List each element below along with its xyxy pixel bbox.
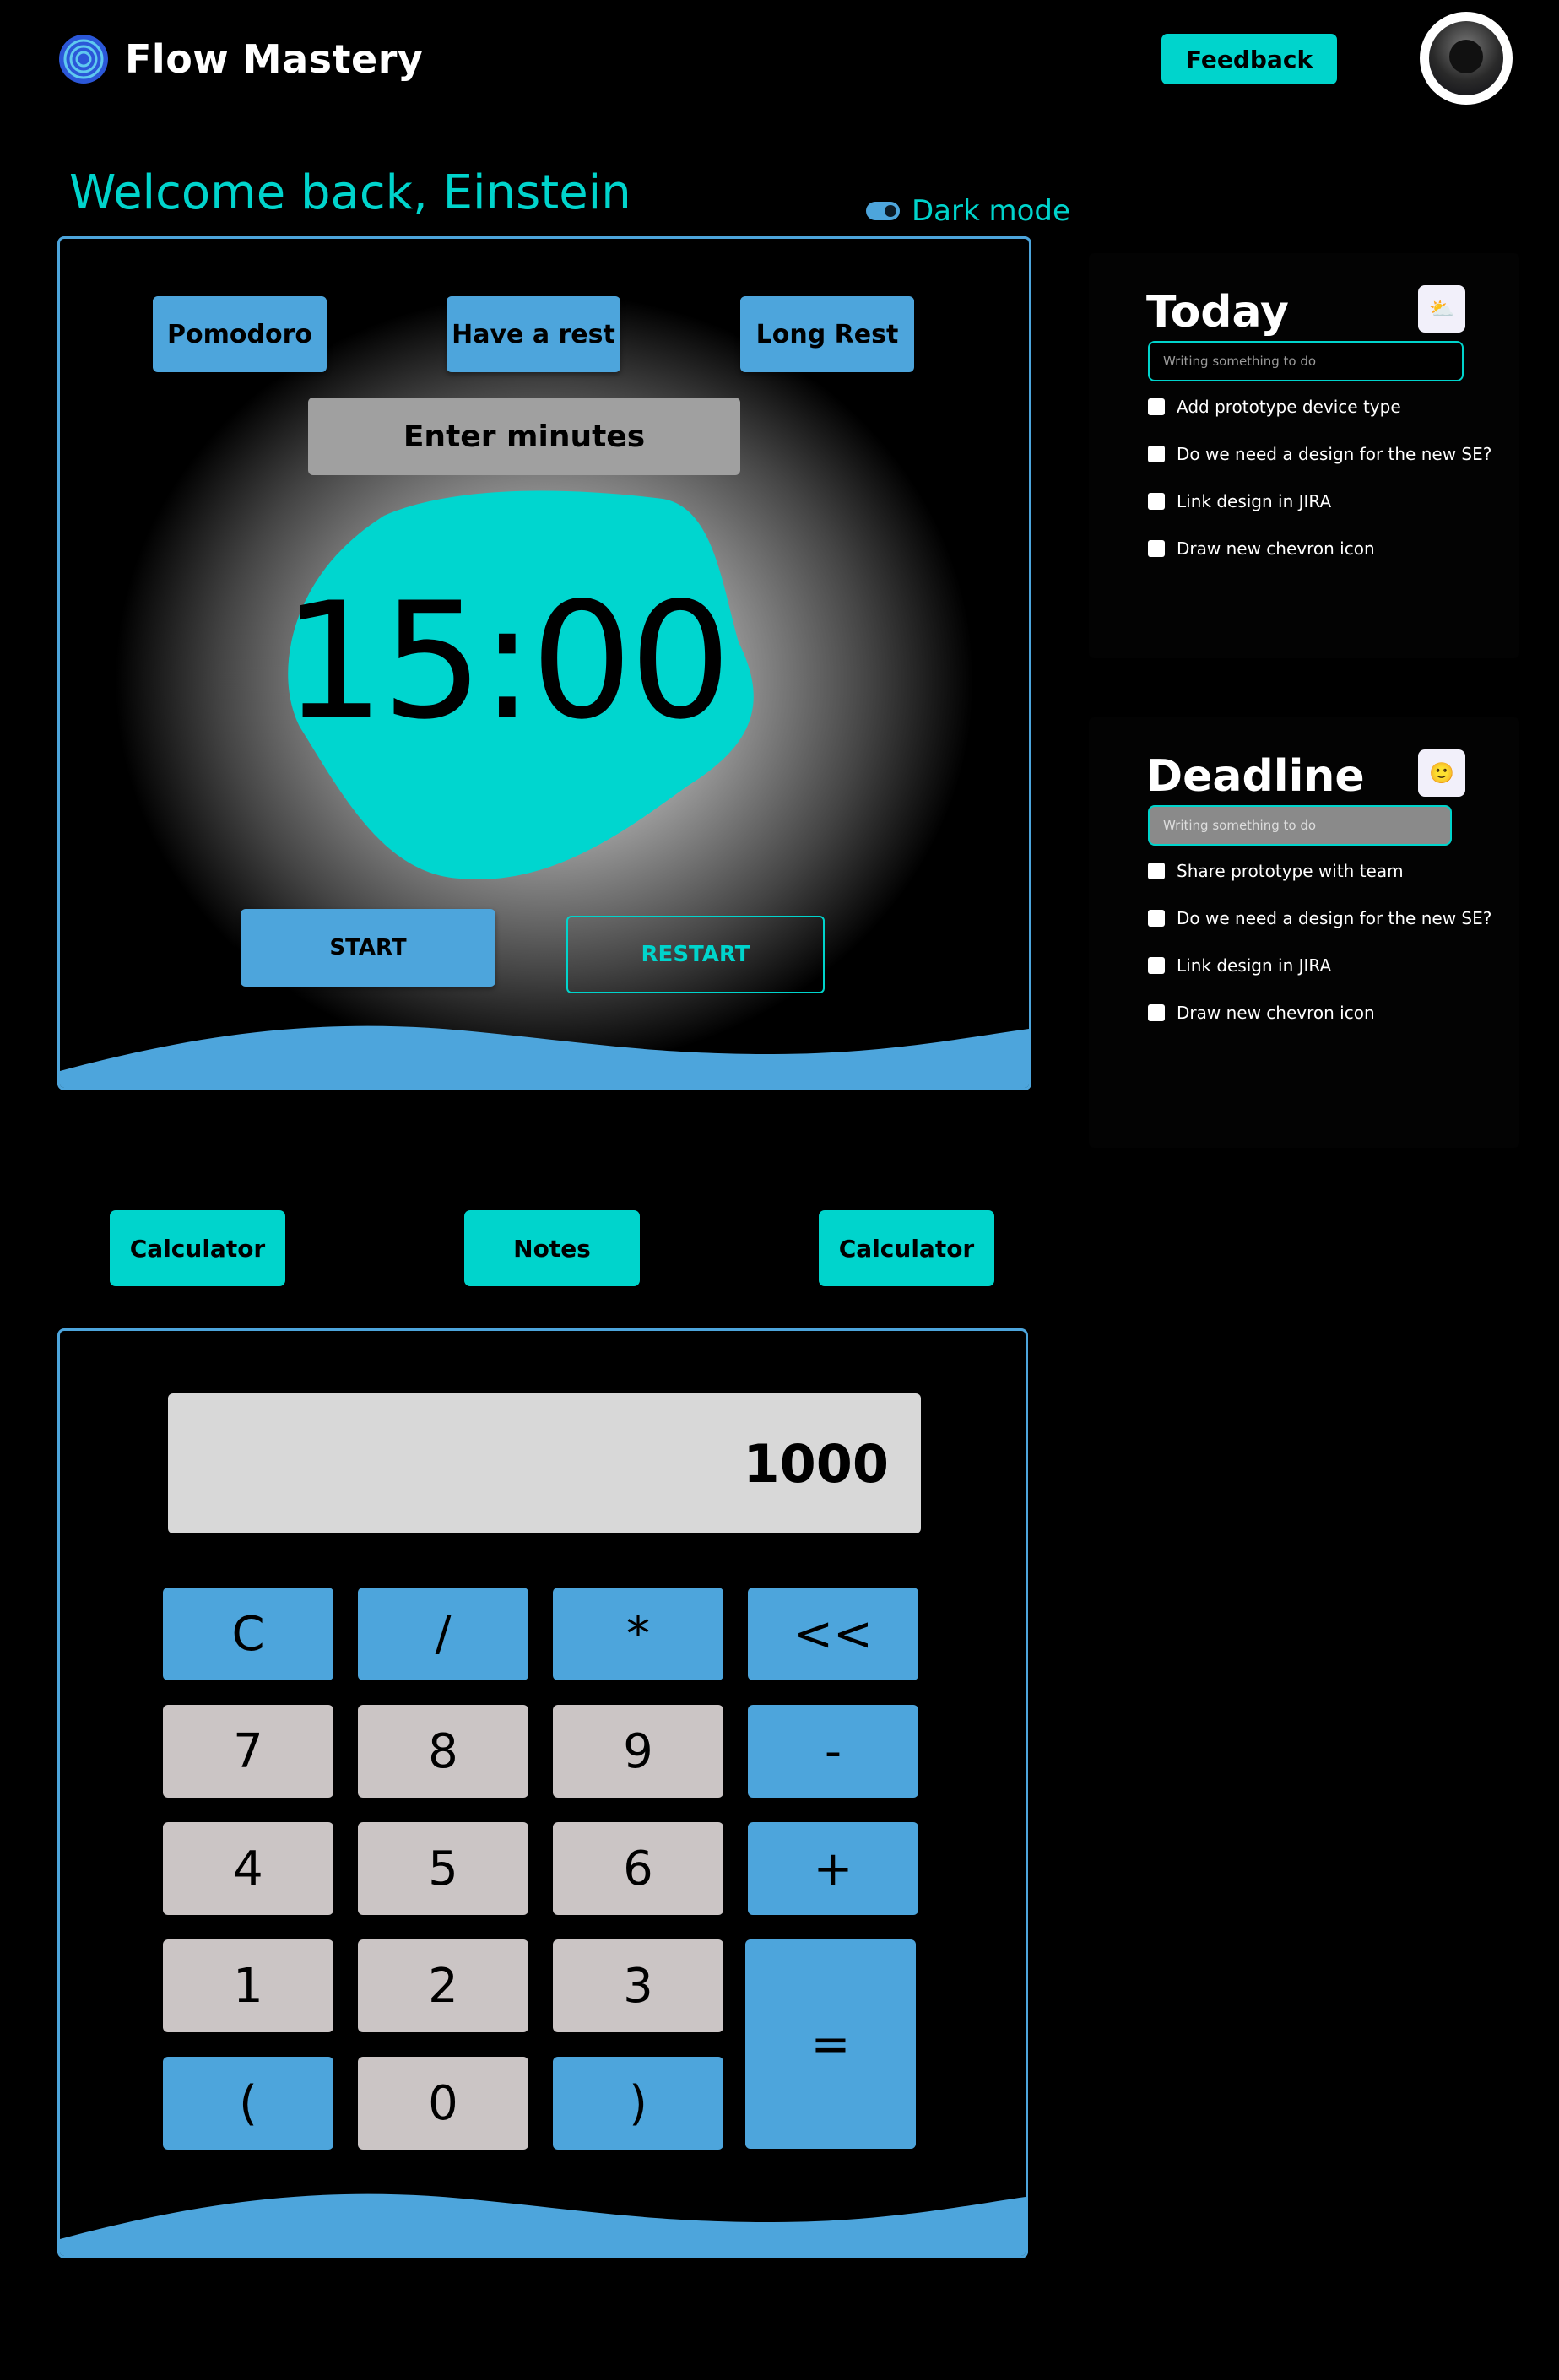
six-key[interactable]: 6 [553,1822,723,1915]
welcome-heading: Welcome back, Einstein [69,165,631,220]
checkbox[interactable] [1148,540,1165,557]
deadline-title: Deadline [1146,751,1365,802]
dark-mode-label: Dark mode [912,194,1070,228]
decorative-wave [60,1025,1029,1088]
today-todo-item[interactable]: Draw new chevron icon [1148,538,1375,559]
pomodoro-button[interactable]: Pomodoro [153,296,327,372]
zero-key[interactable]: 0 [358,2057,528,2150]
decorative-wave [60,2193,1026,2256]
seven-key[interactable]: 7 [163,1705,333,1798]
four-key[interactable]: 4 [163,1822,333,1915]
avatar-image [1429,21,1503,95]
three-key[interactable]: 3 [553,1939,723,2032]
notes-tab[interactable]: Notes [464,1210,640,1286]
deadline-list-card: Deadline 🙂 Share prototype with team Do … [1089,717,1519,1148]
five-key[interactable]: 5 [358,1822,528,1915]
timer-display: 15:00 [283,568,732,755]
minutes-input[interactable] [308,398,740,475]
close-paren-key[interactable]: ) [553,2057,723,2150]
app-logo[interactable]: Flow Mastery [57,30,423,88]
timer-panel: Pomodoro Have a rest Long Rest 15:00 STA… [57,236,1031,1090]
dark-mode-toggle[interactable]: Dark mode [866,194,1070,228]
today-todo-input[interactable] [1148,341,1464,381]
calculator-panel: 1000 C / * << 7 8 9 - 4 5 6 + 1 2 3 = ( … [57,1328,1028,2258]
today-todo-item[interactable]: Do we need a design for the new SE? [1148,444,1491,464]
deadline-todo-item[interactable]: Draw new chevron icon [1148,1003,1375,1023]
today-todo-item[interactable]: Add prototype device type [1148,397,1401,417]
deadline-todo-input[interactable] [1148,805,1452,846]
checkbox[interactable] [1148,493,1165,510]
toggle-switch-icon[interactable] [866,202,900,220]
divide-key[interactable]: / [358,1588,528,1680]
equals-key[interactable]: = [745,1939,916,2149]
user-avatar[interactable] [1420,12,1513,105]
checkbox[interactable] [1148,910,1165,927]
today-list-card: Today ⛅ Add prototype device type Do we … [1089,253,1519,658]
calculator-tab-2[interactable]: Calculator [819,1210,994,1286]
minus-key[interactable]: - [748,1705,918,1798]
calculator-display: 1000 [168,1393,921,1533]
deadline-todo-item[interactable]: Link design in JIRA [1148,955,1331,976]
checkbox[interactable] [1148,863,1165,879]
fingerprint-logo-icon [59,35,108,84]
restart-button[interactable]: RESTART [566,916,825,993]
checkbox[interactable] [1148,957,1165,974]
have-a-rest-button[interactable]: Have a rest [447,296,620,372]
plus-key[interactable]: + [748,1822,918,1915]
app-name: Flow Mastery [125,36,424,82]
sun-cloud-icon[interactable]: ⛅ [1418,285,1465,333]
feedback-button[interactable]: Feedback [1161,34,1337,84]
calculator-tab[interactable]: Calculator [110,1210,285,1286]
clear-key[interactable]: C [163,1588,333,1680]
today-title: Today [1146,287,1289,338]
two-key[interactable]: 2 [358,1939,528,2032]
backspace-key[interactable]: << [748,1588,918,1680]
open-paren-key[interactable]: ( [163,2057,333,2150]
checkbox[interactable] [1148,398,1165,415]
one-key[interactable]: 1 [163,1939,333,2032]
deadline-todo-item[interactable]: Share prototype with team [1148,861,1404,881]
deadline-todo-item[interactable]: Do we need a design for the new SE? [1148,908,1491,928]
multiply-key[interactable]: * [553,1588,723,1680]
checkbox[interactable] [1148,1004,1165,1021]
nine-key[interactable]: 9 [553,1705,723,1798]
checkbox[interactable] [1148,446,1165,462]
long-rest-button[interactable]: Long Rest [740,296,914,372]
start-button[interactable]: START [241,909,495,987]
smiley-icon[interactable]: 🙂 [1418,749,1465,797]
today-todo-item[interactable]: Link design in JIRA [1148,491,1331,511]
eight-key[interactable]: 8 [358,1705,528,1798]
